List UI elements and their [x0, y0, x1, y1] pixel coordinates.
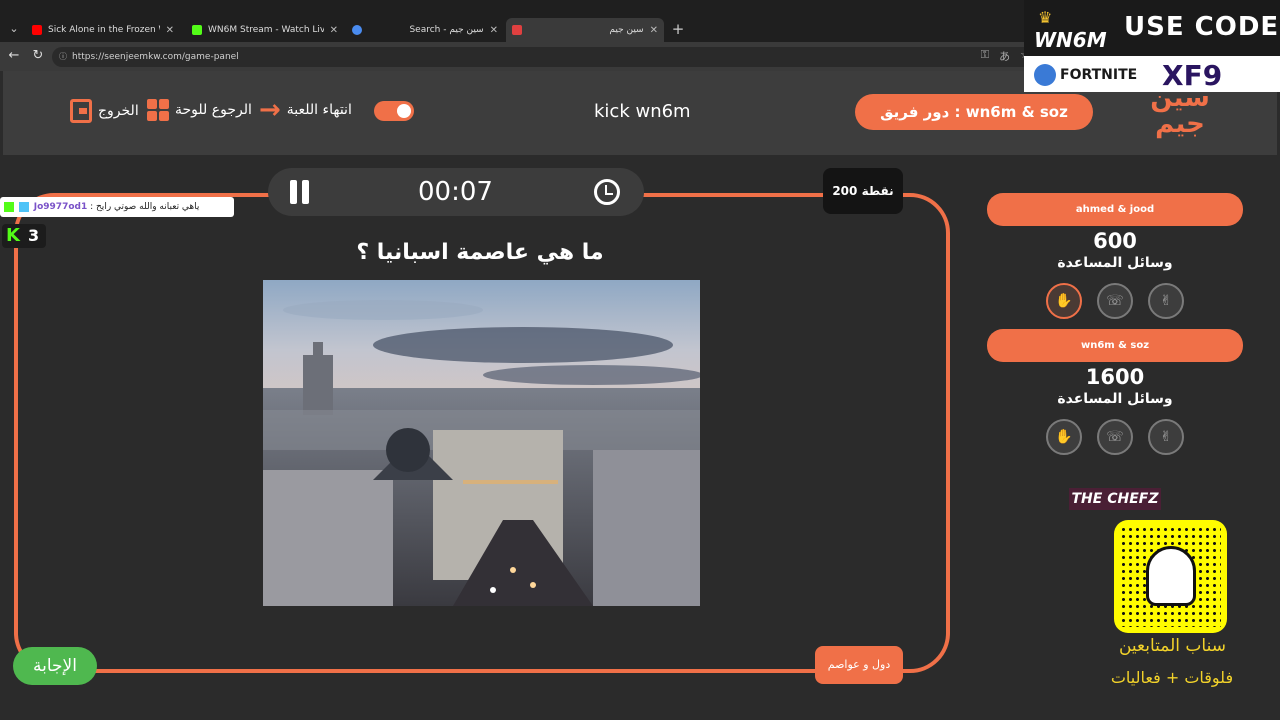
toggle-switch — [374, 101, 414, 121]
sub-badge-icon — [18, 201, 29, 212]
kick-badge-icon — [4, 201, 14, 212]
tab-list-chevron-icon[interactable]: ⌄ — [4, 19, 24, 39]
team-turn-badge: دور فريق : wn6m & soz — [855, 94, 1093, 130]
points-badge: 200 نقطة — [823, 168, 903, 214]
address-bar-icons: ⚿ あ ☆ — [981, 48, 1030, 64]
team-score: 1600 — [1085, 365, 1145, 389]
peace-hand-icon[interactable]: ✌ — [1148, 419, 1184, 455]
hand-icon[interactable]: ✋ — [1046, 283, 1082, 319]
peace-hand-icon[interactable]: ✌ — [1148, 283, 1184, 319]
grid-icon — [147, 99, 169, 121]
page-title: kick wn6m — [594, 101, 691, 122]
answer-button[interactable]: الإجابة — [13, 647, 97, 685]
settings-toggle[interactable] — [374, 101, 414, 121]
chat-overlay: Jo9977od1 : ياهي تعبانه والله صوتي رايح — [0, 197, 234, 217]
close-icon[interactable]: ✕ — [490, 25, 498, 36]
close-icon[interactable]: ✕ — [330, 25, 338, 36]
new-tab-button[interactable]: + — [670, 19, 686, 39]
site-info-icon[interactable]: ⓘ — [59, 47, 67, 67]
youtube-icon — [32, 25, 42, 35]
hand-icon[interactable]: ✋ — [1046, 419, 1082, 455]
timer-display: 00:07 — [418, 177, 493, 207]
sponsor-code: XF9 — [1162, 59, 1223, 92]
chefz-logo: THE CHEFZ — [1069, 488, 1161, 510]
browser-tab-search[interactable]: Search - سين جيم ✕ — [346, 18, 504, 42]
category-badge: دول و عواصم — [815, 646, 903, 684]
close-icon[interactable]: ✕ — [650, 25, 658, 36]
key-icon[interactable]: ⚿ — [981, 48, 989, 64]
search-icon — [352, 25, 362, 35]
crown-icon: ♛ — [1038, 8, 1053, 27]
team-score: 600 — [1093, 229, 1137, 253]
snapchat-qr-code — [1114, 520, 1227, 633]
browser-tab-seenjeem[interactable]: سين جيم ✕ — [506, 18, 664, 42]
pause-icon[interactable] — [290, 180, 314, 204]
question-text: ما هي عاصمة اسبانيا ؟ — [356, 240, 604, 265]
team-aids-label: وسائل المساعدة — [1057, 255, 1173, 271]
back-to-board-button[interactable]: الرجوع للوحة — [147, 99, 252, 121]
exit-button[interactable]: الخروج — [70, 99, 139, 123]
seenjeem-icon — [512, 25, 522, 35]
arrow-right-icon: → — [259, 95, 281, 125]
question-image — [263, 280, 700, 606]
reset-timer-icon[interactable] — [594, 179, 620, 205]
chat-username: Jo9977od1 — [33, 202, 88, 212]
sponsor-game: FORTNITE — [1034, 64, 1137, 86]
rocket-league-icon — [1034, 64, 1056, 86]
sponsor-brand: WN6M — [1034, 28, 1107, 52]
timer-bar: 00:07 — [268, 168, 644, 216]
close-icon[interactable]: ✕ — [166, 25, 174, 36]
team-name-badge: ahmed & jood — [987, 193, 1243, 226]
kick-icon — [192, 25, 202, 35]
translate-icon[interactable]: あ — [999, 48, 1010, 64]
phone-call-icon[interactable]: ☏ — [1097, 419, 1133, 455]
url-field[interactable]: ⓘ https://seenjeemkw.com/game-panel — [52, 47, 1042, 67]
viewer-count: 3 — [2, 224, 46, 248]
snap-caption: سناب المتابعين — [1118, 636, 1226, 656]
chat-message: : ياهي تعبانه والله صوتي رايح — [90, 202, 200, 212]
snap-subcaption: فلوقات + فعاليات — [1110, 668, 1234, 687]
exit-icon — [70, 99, 92, 123]
back-arrow-icon[interactable]: ← — [6, 48, 22, 64]
browser-tab-youtube[interactable]: Sick Alone in the Frozen Wild - Yo ✕ — [26, 18, 180, 42]
team-aids-label: وسائل المساعدة — [1057, 391, 1173, 407]
sponsor-overlay: ♛ WN6M USE CODE FORTNITE XF9 — [1024, 0, 1280, 92]
sponsor-use-code: USE CODE — [1124, 12, 1280, 42]
end-game-button[interactable]: → انتهاء اللعبة — [259, 95, 352, 125]
phone-call-icon[interactable]: ☏ — [1097, 283, 1133, 319]
reload-icon[interactable]: ↻ — [30, 48, 46, 64]
seenjeem-logo: سين جيم — [1150, 83, 1210, 139]
team-name-badge: wn6m & soz — [987, 329, 1243, 362]
city-photo — [263, 280, 700, 606]
browser-tab-kick[interactable]: WN6M Stream - Watch Live on Ki ✕ — [186, 18, 344, 42]
snapchat-ghost-icon — [1146, 546, 1196, 606]
